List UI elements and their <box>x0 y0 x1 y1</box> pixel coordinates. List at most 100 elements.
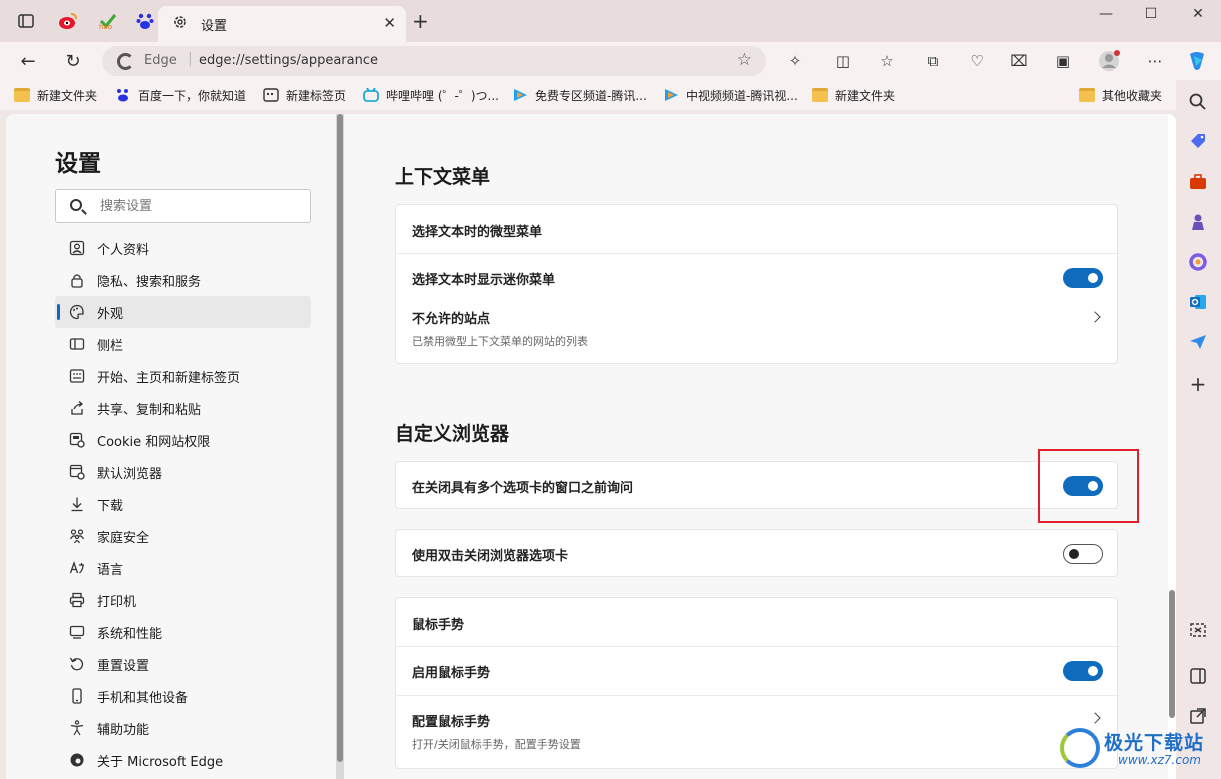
mouse-gesture-config-sub: 打开/关闭鼠标手势，配置手势设置 <box>412 738 581 751</box>
sidebar-item-label: 系统和性能 <box>97 626 163 642</box>
sidebar-item-cookies[interactable]: Cookie 和网站权限 <box>55 424 311 456</box>
weibo-tab-icon[interactable] <box>56 9 80 33</box>
reset-icon <box>69 656 85 672</box>
chevron-right-icon <box>1089 311 1101 323</box>
bookmark-tencent-free[interactable]: 免费专区频道-腾讯... <box>512 86 647 104</box>
profile-avatar[interactable] <box>1098 50 1120 72</box>
search-settings[interactable] <box>55 189 311 223</box>
sidebar-item-about[interactable]: 关于 Microsoft Edge <box>55 744 311 776</box>
lock-icon <box>69 272 85 288</box>
mouse-gesture-config-row[interactable]: 配置鼠标手势 打开/关闭鼠标手势，配置手势设置 <box>396 696 1119 758</box>
sidebar-item-family[interactable]: 家庭安全 <box>55 520 311 552</box>
screenshot-icon[interactable]: ⌧ <box>1008 50 1030 72</box>
sidebar-item-reset[interactable]: 重置设置 <box>55 648 311 680</box>
outlook-icon[interactable] <box>1188 292 1208 312</box>
browser-essentials-icon[interactable]: ♡ <box>966 50 988 72</box>
card-header: 鼠标手势 <box>396 598 1119 646</box>
bookmarks-bar: 新建文件夹 百度一下，你就知道 新建标签页 哔哩哔哩 (゜-゜)つ... 免费专… <box>0 80 1221 110</box>
back-button[interactable]: ← <box>16 49 40 73</box>
sidebar-item-appearance[interactable]: 外观 <box>55 296 311 328</box>
double-click-close-label: 使用双击关闭浏览器选项卡 <box>412 549 569 564</box>
content-scrollbar[interactable] <box>1168 114 1176 779</box>
sidebar-item-printers[interactable]: 打印机 <box>55 584 311 616</box>
address-bar[interactable]: Edge | edge://settings/appearance ☆ <box>102 46 766 76</box>
split-screen-icon[interactable]: ◫ <box>832 50 854 72</box>
blocked-sites-row[interactable]: 不允许的站点 已禁用微型上下文菜单的网站的列表 <box>396 302 1119 364</box>
collections-icon[interactable]: ⧉ <box>922 50 944 72</box>
sidebar-item-label: 隐私、搜索和服务 <box>97 274 202 290</box>
maximize-button[interactable]: ☐ <box>1137 6 1165 26</box>
sidebar-item-system[interactable]: 系统和性能 <box>55 616 311 648</box>
add-icon[interactable]: + <box>1188 374 1208 394</box>
sidebar-item-privacy[interactable]: 隐私、搜索和服务 <box>55 264 311 296</box>
toggle-knob <box>1069 549 1079 559</box>
microsoft-365-icon[interactable] <box>1188 252 1208 272</box>
copilot-icon[interactable] <box>1186 50 1208 72</box>
mouse-gesture-toggle[interactable] <box>1063 661 1103 681</box>
sidebar-scrollbar[interactable] <box>336 114 344 779</box>
ask-before-close-label: 在关闭具有多个选项卡的窗口之前询问 <box>412 481 634 496</box>
favorite-star-icon[interactable]: ☆ <box>737 50 752 70</box>
watermark-logo: 极光下载站 www.xz7.com <box>1058 724 1218 774</box>
close-window-button[interactable]: ✕ <box>1184 6 1212 26</box>
games-icon[interactable] <box>1188 212 1208 232</box>
tools-icon[interactable] <box>1188 172 1208 192</box>
other-favorites[interactable]: 其他收藏夹 <box>1079 86 1162 104</box>
bookmark-folder[interactable]: 新建文件夹 <box>812 86 895 104</box>
screenshot-icon[interactable] <box>1188 620 1208 640</box>
sidebar-item-share[interactable]: 共享、复制和粘贴 <box>55 392 311 424</box>
sidebar-item-phone[interactable]: 手机和其他设备 <box>55 680 311 712</box>
sidebar-icon <box>69 336 85 352</box>
more-menu-icon[interactable]: ⋯ <box>1144 50 1166 72</box>
external-link-icon[interactable] <box>1188 706 1208 726</box>
hao-tab-icon[interactable]: hao <box>96 9 120 33</box>
new-tab-button[interactable]: + <box>412 11 429 31</box>
sidebar-item-start-home[interactable]: 开始、主页和新建标签页 <box>55 360 311 392</box>
accessibility-icon <box>69 720 85 736</box>
sidebar-item-label: 侧栏 <box>97 338 124 354</box>
performance-icon[interactable]: ▣ <box>1052 50 1074 72</box>
mini-menu-toggle[interactable] <box>1063 268 1103 288</box>
minimize-button[interactable]: — <box>1092 6 1120 26</box>
sidebar-item-default-browser[interactable]: 默认浏览器 <box>55 456 311 488</box>
baidu-tab-icon[interactable] <box>133 9 157 33</box>
favorites-icon[interactable]: ☆ <box>876 50 898 72</box>
mouse-gesture-enable-row: 启用鼠标手势 <box>396 647 1119 695</box>
scrollbar-thumb[interactable] <box>337 114 343 762</box>
language-icon <box>69 560 85 576</box>
context-menu-card: 选择文本时的微型菜单 选择文本时显示迷你菜单 不允许的站点 已禁用微型上下文菜单… <box>395 204 1119 364</box>
sidebar-toggle-icon[interactable] <box>1188 666 1208 686</box>
bookmark-tencent-mid[interactable]: 中视频频道-腾讯视... <box>663 86 798 104</box>
tab-actions-icon[interactable] <box>14 9 38 33</box>
sidebar-item-downloads[interactable]: 下载 <box>55 488 311 520</box>
scrollbar-thumb[interactable] <box>1169 590 1175 718</box>
bookmark-new-tab[interactable]: 新建标签页 <box>263 86 346 104</box>
close-tab-icon[interactable]: ✕ <box>383 14 396 32</box>
double-click-close-toggle[interactable] <box>1063 544 1103 564</box>
double-click-close-row: 使用双击关闭浏览器选项卡 <box>396 530 1119 578</box>
bookmark-baidu[interactable]: 百度一下，你就知道 <box>115 86 246 104</box>
settings-content: 上下文菜单 选择文本时的微型菜单 选择文本时显示迷你菜单 不允许的站点 已禁用微… <box>344 114 1170 779</box>
send-icon[interactable] <box>1188 332 1208 352</box>
shopping-tag-icon[interactable] <box>1188 132 1208 152</box>
refresh-button[interactable]: ↻ <box>61 49 85 73</box>
printer-icon <box>69 592 85 608</box>
highlight-box <box>1038 449 1139 523</box>
bookmark-bilibili[interactable]: 哔哩哔哩 (゜-゜)つ... <box>363 86 499 104</box>
mini-menu-label: 选择文本时显示迷你菜单 <box>412 273 556 288</box>
bookmark-folder[interactable]: 新建文件夹 <box>14 86 97 104</box>
extensions-icon[interactable]: ✧ <box>784 50 806 72</box>
settings-page: 设置 个人资料 隐私、搜索和服务 外观 侧栏 开始、主页和新建标签页 共享、复制… <box>6 114 1176 779</box>
address-url[interactable]: edge://settings/appearance <box>199 53 378 68</box>
sidebar-item-language[interactable]: 语言 <box>55 552 311 584</box>
folder-icon <box>1079 88 1095 102</box>
tab-settings[interactable]: 设置 ✕ <box>158 6 406 42</box>
home-grid-icon <box>69 368 85 384</box>
search-icon[interactable] <box>1188 92 1208 112</box>
sidebar-item-accessibility[interactable]: 辅助功能 <box>55 712 311 744</box>
mouse-gesture-header: 鼠标手势 <box>412 618 465 633</box>
search-input[interactable] <box>100 196 300 216</box>
cookie-permissions-icon <box>69 432 85 448</box>
sidebar-item-profile[interactable]: 个人资料 <box>55 232 311 264</box>
sidebar-item-sidebar[interactable]: 侧栏 <box>55 328 311 360</box>
